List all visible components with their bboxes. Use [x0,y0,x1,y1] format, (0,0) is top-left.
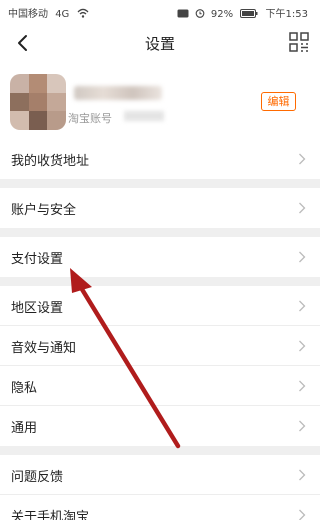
chevron-right-icon [299,469,306,481]
battery-text: 92% [210,9,234,20]
settings-item-label: 地区设置 [11,301,64,316]
page-title: 设置 [144,35,175,53]
settings-item-general[interactable]: 通用 [0,406,320,446]
scan-grid-icon[interactable] [288,31,310,53]
status-bar: 中国移动 4G 92% 下午1:53 [0,0,320,22]
settings-item-label: 通用 [11,421,38,436]
settings-item-label: 音效与通知 [11,341,77,356]
chevron-right-icon [299,251,306,263]
chevron-right-icon [299,300,306,312]
chevron-right-icon [299,202,306,214]
settings-item-sound-notification[interactable]: 音效与通知 [0,326,320,366]
settings-item-shipping-address[interactable]: 我的收货地址 [0,139,320,179]
settings-group-4: 地区设置 音效与通知 隐私 通用 [0,286,320,446]
settings-item-region[interactable]: 地区设置 [0,286,320,326]
settings-item-label: 支付设置 [11,252,64,267]
chevron-right-icon [299,509,306,520]
profile-card[interactable]: 淘宝账号 编辑 [0,64,320,140]
network-text: 4G [55,9,70,20]
settings-item-label: 隐私 [11,381,38,396]
settings-item-label: 我的收货地址 [11,154,90,169]
hd-icon [177,9,189,18]
settings-item-label: 关于手机淘宝 [11,510,90,520]
nav-bar: 设置 [0,22,320,64]
settings-item-label: 账户与安全 [11,203,77,218]
settings-group-3: 支付设置 [0,237,320,277]
settings-group-1: 我的收货地址 [0,139,320,179]
chevron-right-icon [299,420,306,432]
settings-item-label: 问题反馈 [11,470,64,485]
carrier-text: 中国移动 [8,9,48,20]
settings-group-2: 账户与安全 [0,188,320,228]
chevron-right-icon [299,153,306,165]
settings-group-5: 问题反馈 关于手机淘宝 [0,455,320,520]
chevron-right-icon [299,380,306,392]
account-label: 淘宝账号 [68,112,112,125]
time-text: 下午1:53 [265,9,308,20]
settings-item-account-security[interactable]: 账户与安全 [0,188,320,228]
nickname-blurred [74,86,162,100]
avatar [10,74,66,130]
settings-item-feedback[interactable]: 问题反馈 [0,455,320,495]
account-id-blurred [124,111,164,121]
wifi-icon [77,8,88,18]
edit-button[interactable]: 编辑 [261,92,296,111]
alarm-icon [195,9,205,18]
settings-item-payment[interactable]: 支付设置 [0,237,320,277]
chevron-right-icon [299,340,306,352]
battery-icon [240,9,258,18]
status-right: 92% 下午1:53 [177,5,312,20]
settings-item-about[interactable]: 关于手机淘宝 [0,495,320,520]
settings-item-privacy[interactable]: 隐私 [0,366,320,406]
status-left: 中国移动 4G [8,5,89,20]
